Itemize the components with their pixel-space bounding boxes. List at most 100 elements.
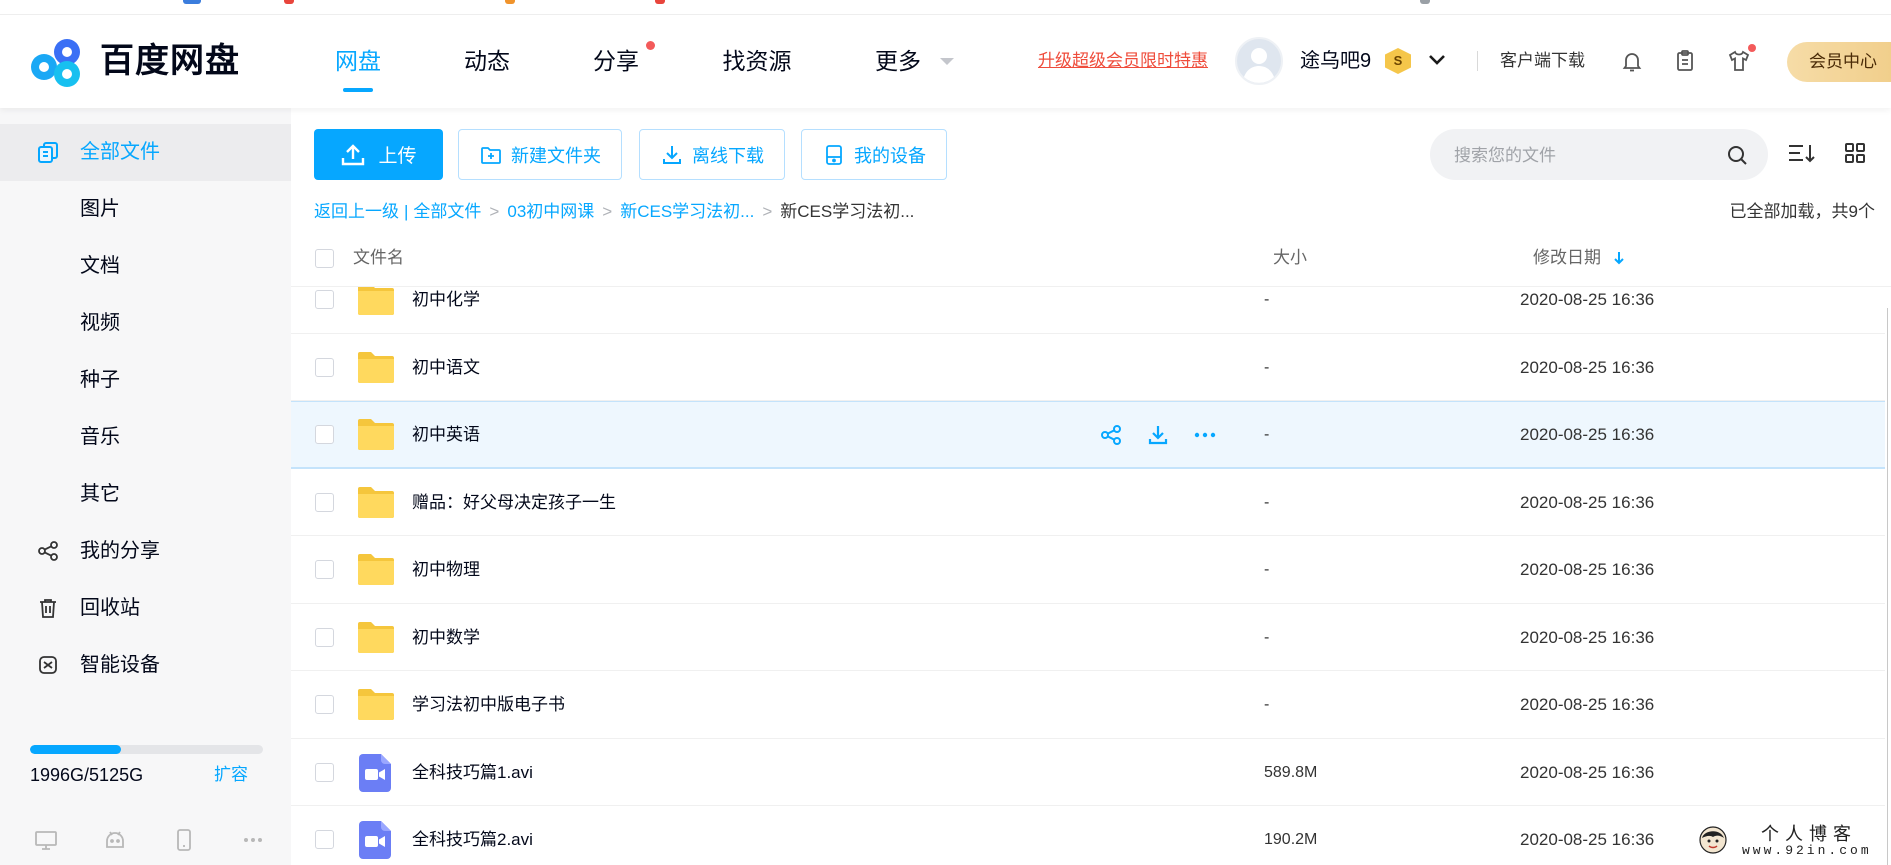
username[interactable]: 途乌吧9	[1300, 49, 1371, 73]
client-download-link[interactable]: 客户端下载	[1500, 50, 1585, 72]
breadcrumb-back-link[interactable]: 返回上一级	[314, 202, 399, 221]
breadcrumb-bar: |	[404, 202, 409, 221]
share-icon	[36, 539, 60, 563]
shirt-icon[interactable]	[1727, 49, 1751, 73]
file-name[interactable]: 全科技巧篇1.avi	[412, 739, 533, 806]
sort-desc-arrow-icon[interactable]	[1612, 250, 1626, 266]
nav-more[interactable]: 更多	[848, 43, 948, 79]
phone-icon[interactable]	[172, 828, 196, 852]
bell-icon[interactable]	[1620, 49, 1644, 73]
avatar[interactable]	[1235, 37, 1283, 85]
sidebar-item-label: 全部文件	[80, 141, 160, 163]
file-name[interactable]: 初中英语	[412, 401, 480, 468]
sidebar-item-documents[interactable]: 文档	[0, 238, 291, 295]
search-icon[interactable]	[1725, 143, 1749, 167]
scrollbar[interactable]	[1887, 308, 1888, 865]
row-checkbox[interactable]	[315, 560, 334, 579]
row-checkbox[interactable]	[315, 830, 334, 849]
folder-row[interactable]: 初中英语 - 2020-08-25 16:36	[291, 401, 1885, 469]
new-folder-button[interactable]: 新建文件夹	[458, 129, 622, 180]
column-header-date[interactable]: 修改日期	[1533, 246, 1601, 270]
folder-row[interactable]: 学习法初中版电子书 - 2020-08-25 16:36	[291, 671, 1885, 739]
sidebar-item-videos[interactable]: 视频	[0, 295, 291, 352]
search-input[interactable]	[1452, 129, 1726, 182]
desktop-icon[interactable]	[34, 828, 58, 852]
row-checkbox[interactable]	[315, 695, 334, 714]
sidebar-item-my-shares[interactable]: 我的分享	[0, 523, 291, 580]
vip-center-button[interactable]: 会员中心	[1787, 42, 1891, 82]
file-name[interactable]: 初中物理	[412, 536, 480, 603]
sidebar-item-smart-devices[interactable]: 智能设备	[0, 637, 291, 694]
row-checkbox[interactable]	[315, 357, 334, 377]
nav-netdisk[interactable]: 网盘	[308, 43, 408, 79]
nav-active-indicator	[343, 88, 373, 92]
promo-link[interactable]: 升级超级会员限时特惠	[1038, 50, 1208, 72]
folder-row[interactable]: 初中语文 - 2020-08-25 16:36	[291, 334, 1885, 401]
file-size: -	[1264, 358, 1270, 376]
sort-icon[interactable]	[1787, 141, 1817, 165]
grid-view-icon[interactable]	[1843, 141, 1867, 165]
file-name[interactable]: 赠品：好父母决定孩子一生	[412, 469, 616, 536]
chevron-down-icon[interactable]	[1428, 54, 1446, 66]
sidebar-item-other[interactable]: 其它	[0, 466, 291, 523]
row-checkbox[interactable]	[315, 627, 334, 647]
row-checkbox[interactable]	[315, 762, 334, 782]
row-checkbox[interactable]	[315, 290, 334, 309]
sidebar-item-music[interactable]: 音乐	[0, 409, 291, 466]
file-date: 2020-08-25 16:36	[1520, 492, 1655, 512]
clipboard-icon[interactable]	[1673, 49, 1697, 73]
file-name[interactable]: 初中语文	[412, 334, 480, 401]
row-checkbox[interactable]	[315, 492, 334, 512]
files-icon	[36, 140, 60, 164]
folder-icon	[356, 287, 396, 317]
breadcrumb-item[interactable]: 全部文件	[413, 202, 481, 221]
folder-row[interactable]: 初中化学 - 2020-08-25 16:36	[291, 287, 1885, 334]
download-icon	[663, 145, 681, 164]
select-all-checkbox[interactable]	[315, 249, 334, 268]
file-size: 589.8M	[1264, 763, 1318, 781]
breadcrumb-item[interactable]: 新CES学习法初...	[620, 202, 754, 221]
offline-download-button[interactable]: 离线下载	[639, 129, 785, 180]
baidu-netdisk-logo-icon[interactable]	[29, 36, 87, 88]
file-row[interactable]: 全科技巧篇2.avi 190.2M 2020-08-25 16:36	[291, 806, 1885, 865]
folder-icon	[356, 417, 396, 452]
nav-find-resources[interactable]: 找资源	[707, 43, 807, 79]
download-icon[interactable]	[1146, 423, 1170, 447]
file-name[interactable]: 初中化学	[412, 287, 480, 333]
shirt-notification-dot	[1748, 44, 1756, 52]
more-icon[interactable]	[1193, 423, 1217, 447]
upload-button[interactable]: 上传	[314, 129, 443, 180]
more-dots-icon[interactable]	[241, 828, 265, 852]
file-date: 2020-08-25 16:36	[1520, 425, 1655, 444]
video-file-icon	[359, 821, 391, 859]
column-header-name[interactable]: 文件名	[353, 246, 404, 270]
sidebar-item-label: 种子	[80, 369, 120, 391]
sidebar-item-all-files[interactable]: 全部文件	[0, 124, 291, 181]
sidebar-item-recycle-bin[interactable]: 回收站	[0, 580, 291, 637]
nav-activity[interactable]: 动态	[437, 43, 537, 79]
folder-icon	[356, 687, 396, 722]
folder-row[interactable]: 赠品：好父母决定孩子一生 - 2020-08-25 16:36	[291, 469, 1885, 536]
header-divider	[1477, 51, 1478, 71]
file-name[interactable]: 初中数学	[412, 604, 480, 671]
dropdown-triangle-icon[interactable]	[940, 58, 954, 65]
android-icon[interactable]	[103, 828, 127, 852]
column-header-size[interactable]: 大小	[1273, 246, 1307, 270]
folder-icon	[356, 485, 396, 520]
file-name[interactable]: 学习法初中版电子书	[412, 671, 565, 738]
file-size: -	[1264, 291, 1270, 308]
my-devices-button[interactable]: 我的设备	[801, 129, 947, 180]
file-date: 2020-08-25 16:36	[1520, 290, 1655, 309]
sidebar-item-torrents[interactable]: 种子	[0, 352, 291, 409]
row-checkbox[interactable]	[315, 425, 334, 444]
share-icon[interactable]	[1099, 423, 1123, 447]
file-row[interactable]: 全科技巧篇1.avi 589.8M 2020-08-25 16:36	[291, 739, 1885, 806]
breadcrumb-item[interactable]: 03初中网课	[507, 202, 594, 221]
file-name[interactable]: 全科技巧篇2.avi	[412, 806, 533, 865]
folder-row[interactable]: 初中数学 - 2020-08-25 16:36	[291, 604, 1885, 671]
logo-text[interactable]: 百度网盘	[100, 39, 240, 83]
folder-row[interactable]: 初中物理 - 2020-08-25 16:36	[291, 536, 1885, 604]
sidebar-item-images[interactable]: 图片	[0, 181, 291, 238]
file-date: 2020-08-25 16:36	[1520, 357, 1655, 377]
expand-storage-link[interactable]: 扩容	[214, 764, 248, 786]
